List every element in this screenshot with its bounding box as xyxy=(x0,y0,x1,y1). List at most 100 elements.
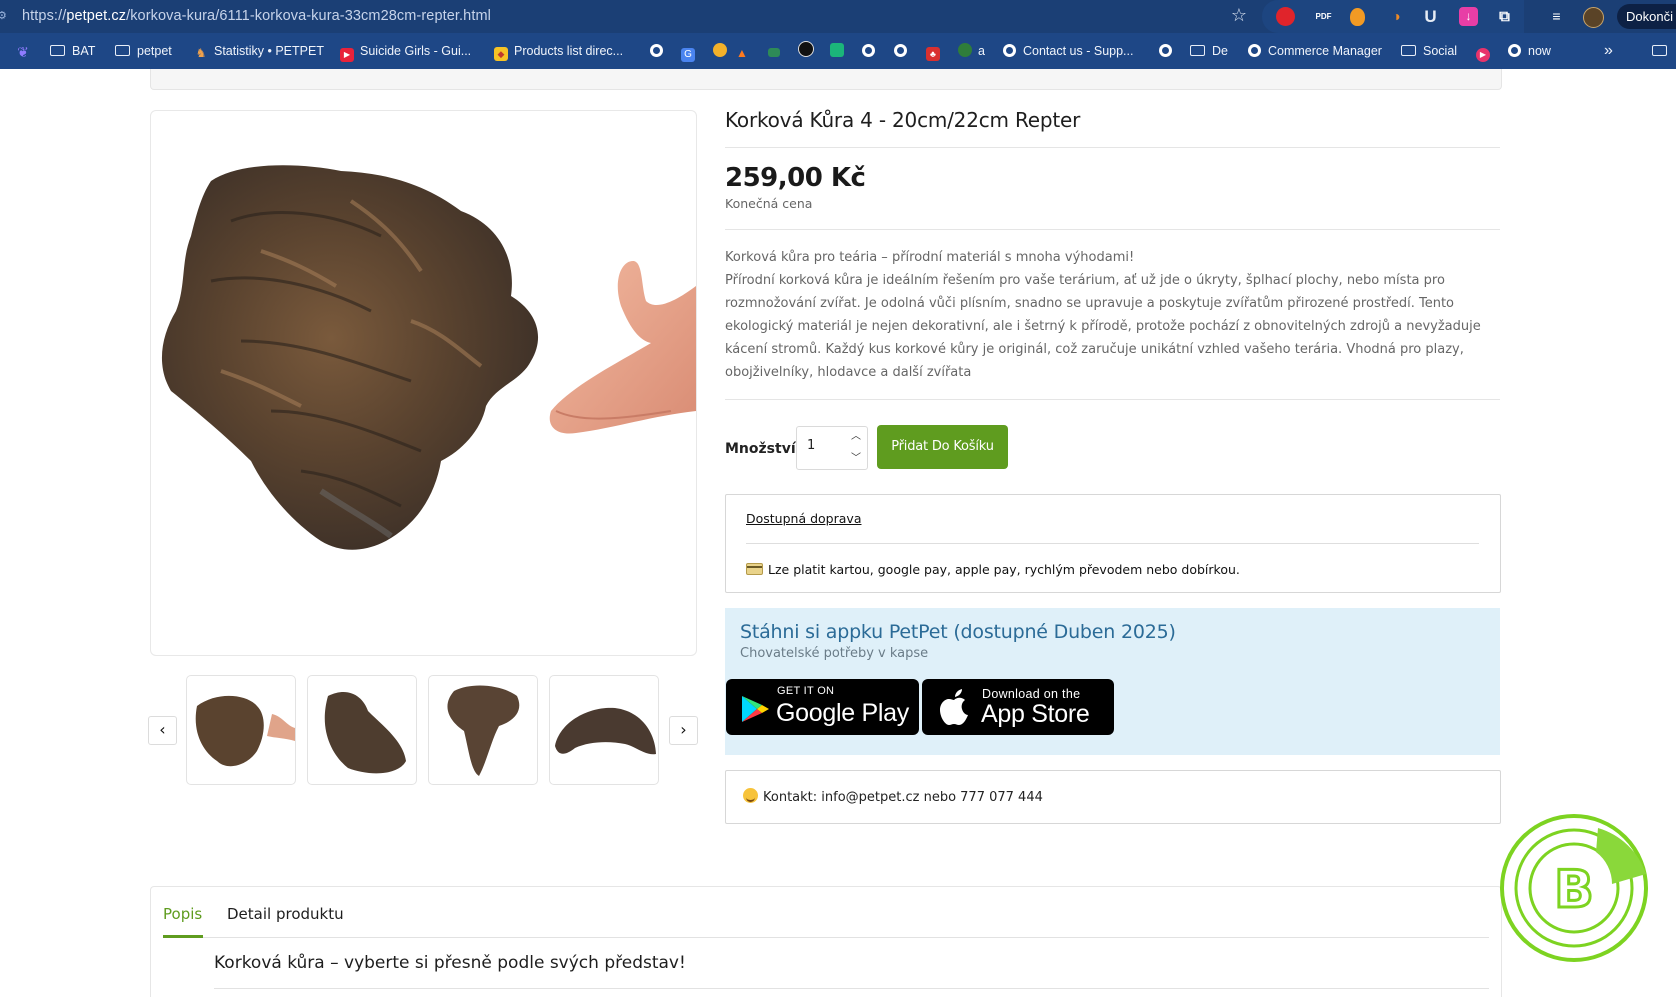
bookmark-star-icon[interactable]: ☆ xyxy=(1227,4,1251,28)
bookmark-a[interactable]: a xyxy=(958,33,985,69)
fire-icon: ▲ xyxy=(736,46,748,60)
chevron-up-icon[interactable]: ︿ xyxy=(849,430,863,444)
svg-text:B: B xyxy=(1554,860,1594,920)
chevron-down-icon[interactable]: ﹀ xyxy=(849,452,863,466)
bookmark-label: Products list direc... xyxy=(514,44,624,58)
bookmark-products-list[interactable]: ◆ Products list direc... xyxy=(494,33,623,69)
divider xyxy=(725,147,1500,148)
app-store-small-text: Download on the xyxy=(982,687,1081,701)
quantity-input[interactable] xyxy=(805,437,845,454)
globe-icon xyxy=(1003,44,1016,57)
globe-icon xyxy=(1508,44,1521,57)
bookmark-label: Social xyxy=(1423,44,1458,58)
bookmark-commerce-manager[interactable]: Commerce Manager xyxy=(1248,33,1382,69)
price-note: Konečná cena xyxy=(725,196,813,211)
bookmark-flag[interactable] xyxy=(768,33,786,69)
site-settings-icon[interactable]: ⚙ xyxy=(0,9,11,23)
bookmark-green-app[interactable] xyxy=(830,33,850,69)
avatar-icon[interactable] xyxy=(1583,7,1604,28)
tab-detail-produktu[interactable]: Detail produktu xyxy=(227,905,344,923)
shipping-payment-box: Dostupná doprava Lze platit kartou, goog… xyxy=(725,494,1501,593)
bookmark-globe-2[interactable] xyxy=(862,33,875,69)
translate-icon: G xyxy=(681,48,695,62)
thumbnail-3[interactable] xyxy=(428,675,538,785)
bookmark-emoji[interactable] xyxy=(713,33,733,69)
thumbnail-2[interactable] xyxy=(307,675,417,785)
thumbnail-4[interactable] xyxy=(549,675,659,785)
egg-icon[interactable] xyxy=(1350,8,1365,26)
google-play-button[interactable]: GET IT ON Google Play xyxy=(726,679,919,735)
smile-emoji-icon xyxy=(743,788,758,803)
breadcrumb-strip xyxy=(150,69,1502,90)
folder-icon xyxy=(1401,45,1416,56)
google-play-big-text: Google Play xyxy=(776,699,909,727)
cork-bark-image xyxy=(161,165,696,550)
contact-info: Kontakt: info@petpet.cz nebo 777 077 444 xyxy=(743,788,1043,805)
tab-popis[interactable]: Popis xyxy=(163,905,202,923)
media-icon[interactable]: ≡ xyxy=(1547,7,1566,26)
thumbnail-1[interactable] xyxy=(186,675,296,785)
thumbnail-prev-button[interactable]: ‹ xyxy=(148,716,177,745)
download-icon[interactable]: ↓ xyxy=(1459,7,1478,26)
credit-card-icon xyxy=(746,563,763,575)
bookmark-globe-1[interactable] xyxy=(650,33,663,69)
product-short-description: Korková kůra pro teária – přírodní mater… xyxy=(725,246,1503,384)
pdf-icon[interactable]: PDF xyxy=(1314,7,1333,26)
folder-icon xyxy=(50,45,65,56)
profile-button[interactable]: Dokonči xyxy=(1617,4,1676,29)
bookmark-folder-de[interactable]: De xyxy=(1190,33,1228,69)
divider xyxy=(725,229,1500,230)
globe-icon xyxy=(1248,44,1261,57)
folder-icon xyxy=(1652,45,1667,56)
folder-icon xyxy=(115,45,130,56)
add-to-cart-button[interactable]: Přidat Do Košíku xyxy=(877,425,1008,469)
tree-icon: ♣ xyxy=(926,47,940,61)
ublock-icon[interactable]: U xyxy=(1421,7,1440,26)
bookmark-bat-logo[interactable]: ❦ xyxy=(16,33,36,69)
flame-icon[interactable]: ◑ xyxy=(1387,7,1406,26)
bookmark-suicide-girls[interactable]: ▶ Suicide Girls - Gui... xyxy=(340,33,471,69)
thumbnail-image xyxy=(324,691,406,774)
bookmark-statistiky[interactable]: ♞ Statistiky • PETPET xyxy=(194,33,324,69)
bookmark-now[interactable]: now xyxy=(1508,33,1551,69)
app-promo-box: Stáhni si appku PetPet (dostupné Duben 2… xyxy=(725,608,1500,755)
url-field[interactable]: https://petpet.cz/korkova-kura/6111-kork… xyxy=(22,7,491,25)
contact-text: Kontakt: info@petpet.cz nebo 777 077 444 xyxy=(763,790,1043,805)
main-product-image[interactable] xyxy=(150,110,697,656)
opera-icon[interactable] xyxy=(1276,7,1295,26)
bookmark-globe-3[interactable] xyxy=(894,33,907,69)
bookmark-folder-social[interactable]: Social xyxy=(1401,33,1457,69)
bookmark-fire[interactable]: ▲ xyxy=(735,33,755,69)
app-store-big-text: App Store xyxy=(981,700,1090,728)
globe-icon xyxy=(894,44,907,57)
url-host: petpet.cz xyxy=(66,8,127,24)
thumbnail-next-button[interactable]: › xyxy=(669,716,698,745)
bookmark-openai[interactable] xyxy=(798,33,820,69)
bookmark-label: De xyxy=(1212,44,1228,58)
puzzle-icon[interactable]: ⧉ xyxy=(1495,7,1514,26)
loyalty-badge-icon[interactable]: B xyxy=(1500,812,1652,964)
bookmark-folder-petpet[interactable]: petpet xyxy=(115,33,172,69)
bookmarks-overflow-icon[interactable]: » xyxy=(1604,33,1613,69)
bookmark-folder-bat[interactable]: BAT xyxy=(50,33,95,69)
bookmark-tree[interactable]: ♣ xyxy=(926,33,946,69)
other-bookmarks-folder[interactable] xyxy=(1652,33,1674,69)
thumbnail-image xyxy=(555,707,656,755)
app-store-button[interactable]: Download on the App Store xyxy=(922,679,1114,735)
description-heading: Korková kůra – vyberte si přesně podle s… xyxy=(214,953,686,973)
bookmark-globe-4[interactable] xyxy=(1159,33,1172,69)
divider xyxy=(725,399,1500,400)
description-body: Přírodní korková kůra je ideálním řešení… xyxy=(725,273,1481,380)
shipping-link[interactable]: Dostupná doprava xyxy=(746,511,861,526)
url-scheme: https:// xyxy=(22,8,67,24)
bookmark-play[interactable]: ▶ xyxy=(1476,33,1496,69)
bookmark-translate[interactable]: G xyxy=(681,33,701,69)
thumbnail-image xyxy=(195,695,295,767)
bookmark-label: BAT xyxy=(72,44,96,58)
bookmark-label: Commerce Manager xyxy=(1268,44,1382,58)
google-play-icon xyxy=(742,696,769,722)
bookmark-label: Contact us - Supp... xyxy=(1023,44,1134,58)
payment-info: Lze platit kartou, google pay, apple pay… xyxy=(746,562,1240,577)
bookmark-contact-us[interactable]: Contact us - Supp... xyxy=(1003,33,1133,69)
bookmarks-bar: ❦ BAT petpet ♞ Statistiky • PETPET ▶ Suici… xyxy=(0,33,1676,69)
